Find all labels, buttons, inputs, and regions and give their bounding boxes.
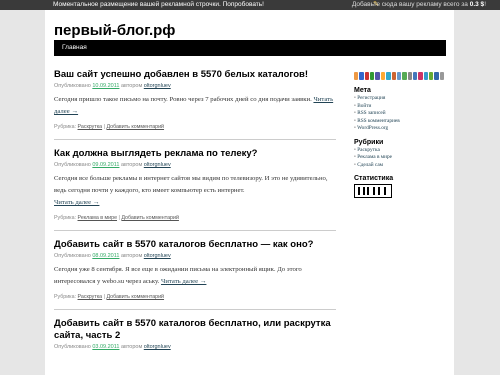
post-author[interactable]: oltorgnluev <box>144 162 171 168</box>
meta-widget-list: Регистрация Войти RSS записей RSS коммен… <box>354 95 444 133</box>
top-ad-offer[interactable]: Добавьте сюда вашу рекламу всего за 0.3 … <box>352 0 486 10</box>
share-icon-14[interactable] <box>423 72 429 80</box>
share-icon-9[interactable] <box>396 72 402 80</box>
rubric-link-promotion[interactable]: Раскрутка <box>354 147 444 155</box>
meta-link-rss-posts[interactable]: RSS записей <box>354 110 444 118</box>
post-divider <box>54 230 336 231</box>
add-comment-link[interactable]: Добавить комментарий <box>121 215 179 221</box>
share-icon-6[interactable] <box>380 72 386 80</box>
main-nav: Главная <box>54 40 446 56</box>
post-date[interactable]: 10.09.2011 <box>92 83 119 89</box>
post-date[interactable]: 08.09.2011 <box>92 253 119 259</box>
footer-separator: | <box>103 124 105 130</box>
share-icon-13[interactable] <box>418 72 423 80</box>
share-icon-8[interactable] <box>391 72 396 80</box>
meta-link-register[interactable]: Регистрация <box>354 95 444 103</box>
meta-widget-title: Мета <box>354 87 371 94</box>
stats-widget-title: Статистика <box>354 175 394 182</box>
share-icon-15[interactable] <box>429 72 434 80</box>
rubric-prefix: Рубрика: <box>54 215 77 221</box>
post-meta: Опубликовано 10.09.2011 автором oltorgnl… <box>54 83 336 89</box>
post-meta-author-prefix: автором <box>120 83 143 89</box>
rubric-link-diy[interactable]: Сделай сам <box>354 162 444 170</box>
rubric-link-ads-world[interactable]: Реклама в мире <box>354 154 444 162</box>
social-share-bar <box>354 72 445 81</box>
post-excerpt-text: Сегодня пришло такое письмо на почту. Ро… <box>54 96 312 103</box>
post-meta-prefix: Опубликовано <box>54 253 91 259</box>
rubric-prefix: Рубрика: <box>54 124 77 130</box>
add-comment-link[interactable]: Добавить комментарий <box>106 124 164 130</box>
top-promo-link[interactable]: Моментальное размещение вашей рекламной … <box>53 0 264 10</box>
post-divider <box>54 139 336 140</box>
post-footer: Рубрика: Раскрутка | Добавить комментари… <box>54 294 336 300</box>
share-icon-1[interactable] <box>354 72 359 80</box>
post-excerpt: Сегодня все больше рекламы в интернет са… <box>54 173 336 209</box>
post-meta: Опубликовано 08.09.2011 автором oltorgnl… <box>54 253 336 259</box>
share-icon-11[interactable] <box>407 72 412 80</box>
share-icon-2[interactable] <box>359 72 364 80</box>
post-list: Ваш сайт успешно добавлен в 5570 белых к… <box>54 69 336 350</box>
post-meta-author-prefix: автором <box>120 162 143 168</box>
post-title[interactable]: Ваш сайт успешно добавлен в 5570 белых к… <box>54 69 336 81</box>
stats-counter-badge[interactable] <box>354 184 392 198</box>
post-meta-author-prefix: автором <box>120 344 143 350</box>
share-icon-12[interactable] <box>412 72 418 80</box>
meta-link-login[interactable]: Войти <box>354 103 444 111</box>
post-excerpt-text: Сегодня все больше рекламы в интернет са… <box>54 175 328 194</box>
post-author[interactable]: oltorgnluev <box>144 344 171 350</box>
share-icon-3[interactable] <box>364 72 370 80</box>
rubrics-widget-list: Раскрутка Реклама в мире Сделай сам <box>354 147 444 170</box>
meta-link-rss-comments[interactable]: RSS комментариев <box>354 118 444 126</box>
post-meta-prefix: Опубликовано <box>54 344 91 350</box>
post-1: Ваш сайт успешно добавлен в 5570 белых к… <box>54 69 336 130</box>
rubric-link[interactable]: Раскрутка <box>78 294 103 300</box>
footer-separator: | <box>118 215 120 221</box>
post-excerpt: Сегодня уже 8 сентября. Я все еще в ожид… <box>54 264 336 288</box>
footer-separator: | <box>103 294 105 300</box>
top-ad-excl: ! <box>484 1 486 8</box>
post-title[interactable]: Как должна выглядеть реклама по телеку? <box>54 148 336 160</box>
rubric-link[interactable]: Раскрутка <box>78 124 103 130</box>
post-2: Как должна выглядеть реклама по телеку? … <box>54 148 336 221</box>
site-title[interactable]: первый-блог.рф <box>54 22 175 39</box>
share-icon-10[interactable] <box>402 72 407 80</box>
post-meta: Опубликовано 03.09.2011 автором oltorgnl… <box>54 344 336 350</box>
top-ad-price: 0.3 $ <box>469 1 485 8</box>
sidebar: Мета Регистрация Войти RSS записей RSS к… <box>354 72 445 198</box>
post-title[interactable]: Добавить сайт в 5570 каталогов бесплатно… <box>54 318 336 342</box>
post-meta-prefix: Опубликовано <box>54 162 91 168</box>
top-ad-bar: Моментальное размещение вашей рекламной … <box>0 0 500 10</box>
post-3: Добавить сайт в 5570 каталогов бесплатно… <box>54 239 336 300</box>
post-author[interactable]: oltorgnluev <box>144 83 171 89</box>
post-meta: Опубликовано 09.09.2011 автором oltorgnl… <box>54 162 336 168</box>
rubric-prefix: Рубрика: <box>54 294 77 300</box>
post-meta-author-prefix: автором <box>120 253 143 259</box>
share-icon-4[interactable] <box>370 72 375 80</box>
rubric-link[interactable]: Реклама в мире <box>78 215 118 221</box>
post-footer: Рубрика: Раскрутка | Добавить комментари… <box>54 124 336 130</box>
post-4: Добавить сайт в 5570 каталогов бесплатно… <box>54 318 336 350</box>
post-title[interactable]: Добавить сайт в 5570 каталогов бесплатно… <box>54 239 336 251</box>
share-icon-7[interactable] <box>386 72 391 80</box>
post-date[interactable]: 03.09.2011 <box>92 344 119 350</box>
nav-item-home[interactable]: Главная <box>62 40 87 56</box>
meta-link-wordpress[interactable]: WordPress.org <box>354 125 444 133</box>
share-icon-16[interactable] <box>434 72 439 80</box>
post-divider <box>54 309 336 310</box>
read-more-link[interactable]: Читать далее → <box>161 278 206 285</box>
post-footer: Рубрика: Реклама в мире | Добавить комме… <box>54 215 336 221</box>
post-author[interactable]: oltorgnluev <box>144 253 171 259</box>
read-more-link[interactable]: Читать далее → <box>54 199 99 206</box>
share-icon-5[interactable] <box>375 72 380 80</box>
post-meta-prefix: Опубликовано <box>54 83 91 89</box>
post-date[interactable]: 09.09.2011 <box>92 162 119 168</box>
post-excerpt: Сегодня пришло такое письмо на почту. Ро… <box>54 94 336 118</box>
rubrics-widget-title: Рубрики <box>354 138 384 146</box>
page-container: первый-блог.рф Главная Ваш сайт успешно … <box>45 10 454 375</box>
share-icon-17[interactable] <box>439 72 445 80</box>
add-comment-link[interactable]: Добавить комментарий <box>106 294 164 300</box>
top-ad-offer-text: Добавьте сюда вашу рекламу всего за <box>351 1 468 8</box>
